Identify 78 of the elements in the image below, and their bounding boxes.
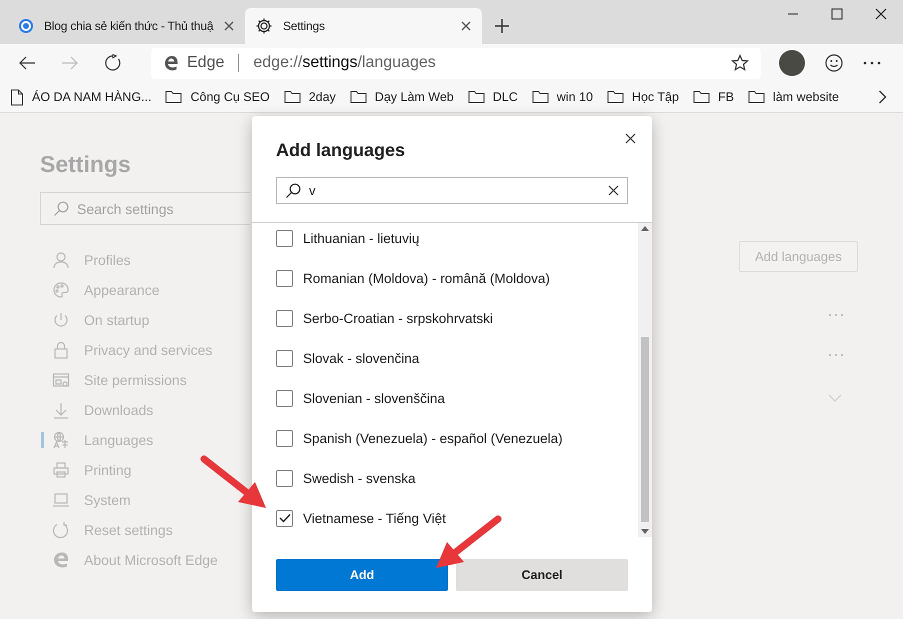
back-arrow-icon[interactable]	[18, 55, 36, 71]
language-label: Slovenian - slovenščina	[303, 390, 445, 406]
scroll-down-icon[interactable]	[641, 529, 649, 534]
checkbox[interactable]	[276, 390, 293, 406]
folder-icon	[165, 90, 182, 104]
palette-icon	[52, 281, 70, 299]
profile-avatar[interactable]	[779, 50, 805, 76]
checkbox[interactable]	[276, 230, 293, 246]
page-title: Settings	[40, 151, 132, 178]
bookmark[interactable]: làm website	[748, 90, 839, 104]
bookmark[interactable]: win 10	[532, 90, 593, 104]
bookmark[interactable]: ÁO DA NAM HÀNG...	[10, 88, 152, 106]
folder-icon	[284, 90, 301, 104]
gear-icon	[255, 17, 273, 35]
checkbox[interactable]	[276, 270, 293, 286]
search-field[interactable]: v	[276, 177, 628, 204]
language-icon	[52, 431, 70, 449]
language-label: Swedish - svenska	[303, 470, 416, 486]
language-label: Spanish (Venezuela) - español (Venezuela)	[303, 430, 563, 446]
download-icon	[52, 401, 70, 419]
lock-icon	[52, 341, 70, 359]
language-label: Slovak - slovenčina	[303, 350, 420, 366]
person-icon	[52, 251, 70, 269]
address-bar[interactable]: Edge edge://settings/languages	[151, 48, 761, 78]
close-icon[interactable]	[223, 20, 236, 32]
scroll-up-icon[interactable]	[641, 226, 649, 231]
scrollbar[interactable]	[638, 223, 652, 537]
site-label: Edge	[187, 54, 224, 72]
maximize-icon[interactable]	[831, 8, 843, 20]
folder-icon	[468, 90, 485, 104]
clear-icon[interactable]	[608, 185, 619, 196]
new-tab-icon[interactable]	[494, 18, 510, 34]
bookmark[interactable]: FB	[692, 90, 734, 104]
checkbox[interactable]	[276, 350, 293, 366]
folder-icon	[692, 90, 710, 104]
bookmark[interactable]: DLC	[468, 90, 518, 104]
refresh-icon[interactable]	[104, 54, 122, 72]
language-label: Serbo-Croatian - srpskohrvatski	[303, 310, 493, 326]
checkbox[interactable]	[276, 430, 293, 446]
smiley-icon[interactable]	[825, 54, 843, 72]
bookmark[interactable]: Dạy Làm Web	[350, 90, 454, 104]
bookmark[interactable]: Học Tập	[606, 90, 679, 104]
close-icon[interactable]	[625, 133, 636, 144]
star-icon[interactable]	[731, 54, 749, 72]
site-logo-icon	[18, 18, 34, 34]
bookmark[interactable]: 2day	[284, 90, 336, 104]
close-icon[interactable]	[875, 8, 887, 20]
folder-icon	[532, 90, 549, 104]
language-label: Vietnamese - Tiếng Việt	[303, 510, 446, 526]
page-icon	[10, 88, 24, 106]
more-icon[interactable]	[863, 61, 881, 65]
checkbox[interactable]	[276, 470, 293, 486]
folder-icon	[350, 90, 367, 104]
close-icon[interactable]	[460, 20, 472, 32]
edge-logo-icon	[52, 551, 70, 569]
edge-logo-icon	[163, 55, 179, 71]
cancel-button[interactable]: Cancel	[456, 559, 628, 591]
window-gear-icon	[52, 371, 70, 389]
checkbox[interactable]	[276, 510, 293, 526]
folder-icon	[606, 90, 624, 104]
folder-icon	[748, 90, 765, 104]
browser-tab[interactable]: Blog chia sẻ kiến thức - Thủ thuậ	[8, 8, 245, 44]
language-label: Lithuanian - lietuvių	[303, 230, 420, 246]
search-icon	[285, 182, 301, 198]
bookmark[interactable]: Công Cụ SEO	[165, 90, 270, 104]
language-label: Romanian (Moldova) - română (Moldova)	[303, 270, 550, 286]
checkbox[interactable]	[276, 310, 293, 326]
checkmark-icon	[278, 513, 290, 523]
browser-tab[interactable]: Settings	[245, 8, 482, 44]
search-icon	[53, 200, 69, 216]
add-button[interactable]: Add	[276, 559, 448, 591]
printer-icon	[52, 461, 70, 479]
power-icon	[52, 311, 70, 329]
url-text: edge://settings/languages	[253, 54, 437, 72]
dialog-title: Add languages	[276, 140, 406, 161]
laptop-icon	[52, 491, 70, 509]
reset-icon	[52, 521, 70, 539]
chevron-right-icon[interactable]	[878, 90, 887, 104]
